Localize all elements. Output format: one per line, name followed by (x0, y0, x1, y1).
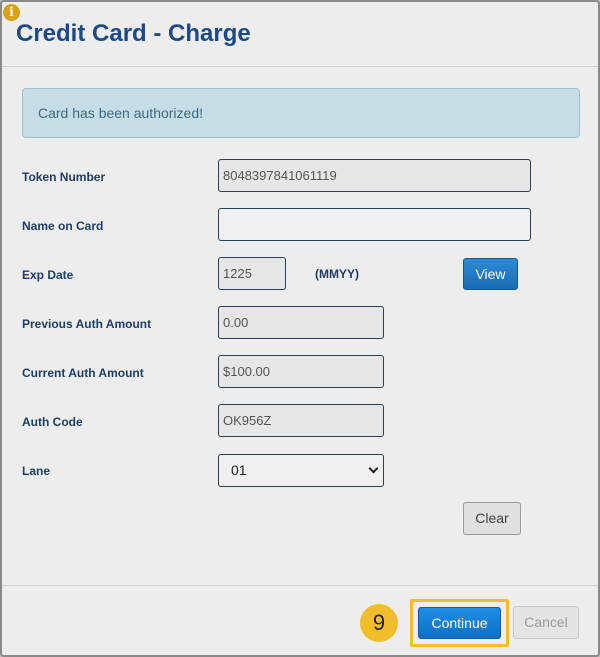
exp-date-format-hint: (MMYY) (315, 267, 359, 281)
exp-date-field[interactable]: 1225 (218, 257, 286, 290)
clear-button[interactable]: Clear (463, 502, 521, 535)
token-number-label: Token Number (22, 170, 106, 184)
auth-code-label: Auth Code (22, 415, 83, 429)
header-divider (2, 66, 598, 67)
auth-code-field[interactable]: OK956Z (218, 404, 384, 437)
name-on-card-label: Name on Card (22, 219, 104, 233)
step-number-badge: 9 (360, 604, 398, 642)
dialog-title: Credit Card - Charge (16, 20, 251, 47)
view-button[interactable]: View (463, 258, 518, 290)
info-icon: i (3, 4, 20, 21)
lane-select-value: 01 (231, 462, 247, 478)
footer-divider (2, 585, 598, 586)
lane-select[interactable]: 01 (218, 454, 384, 487)
cancel-button[interactable]: Cancel (513, 606, 579, 639)
chevron-down-icon (368, 463, 379, 474)
continue-button[interactable]: Continue (418, 607, 501, 639)
lane-label: Lane (22, 464, 51, 478)
token-number-field[interactable]: 8048397841061119 (218, 159, 531, 192)
current-auth-amount-field[interactable]: $100.00 (218, 355, 384, 388)
previous-auth-amount-label: Previous Auth Amount (22, 317, 152, 331)
credit-card-charge-dialog: i Credit Card - Charge Card has been aut… (0, 0, 600, 657)
exp-date-label: Exp Date (22, 268, 74, 282)
previous-auth-amount-field[interactable]: 0.00 (218, 306, 384, 339)
authorization-alert: Card has been authorized! (22, 88, 580, 138)
name-on-card-field[interactable] (218, 208, 531, 241)
current-auth-amount-label: Current Auth Amount (22, 366, 144, 380)
